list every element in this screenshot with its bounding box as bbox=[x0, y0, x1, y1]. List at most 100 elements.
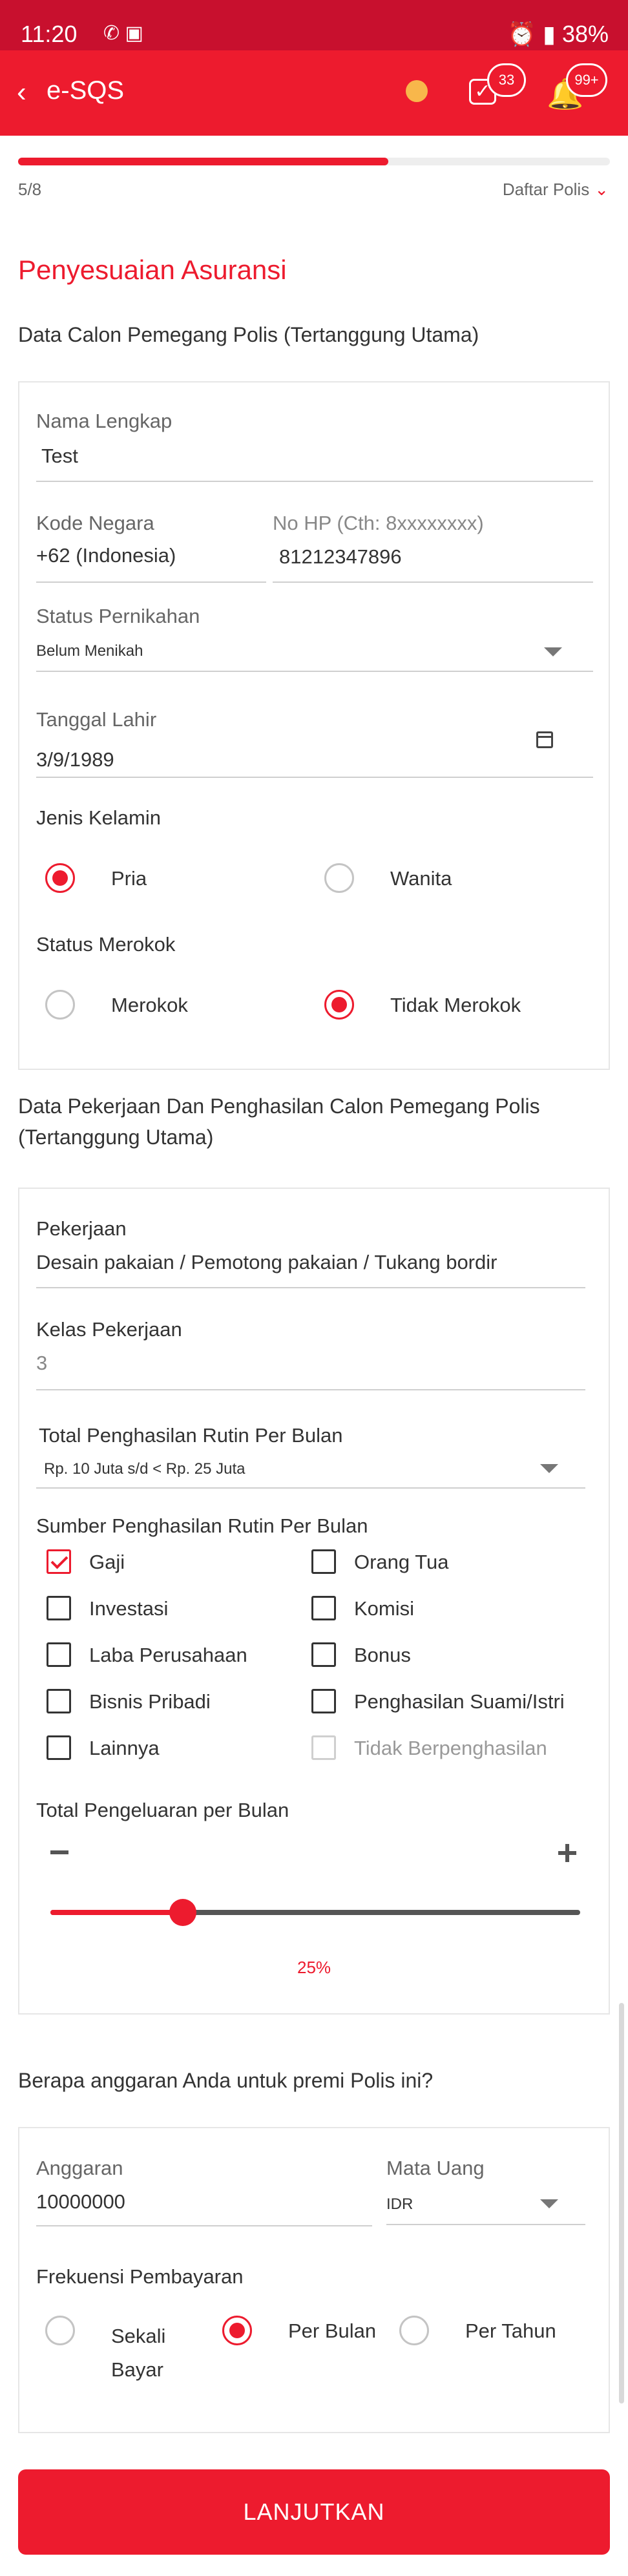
gender-option-pria: Pria bbox=[111, 867, 147, 890]
job-select[interactable]: Desain pakaian / Pemotong pakaian / Tuka… bbox=[36, 1251, 497, 1274]
source-label-bisnis-pribadi: Bisnis Pribadi bbox=[89, 1690, 211, 1713]
currency-label: Mata Uang bbox=[386, 2157, 485, 2179]
source-checkbox-investasi[interactable] bbox=[47, 1596, 71, 1620]
chevron-down-icon: ⌄ bbox=[594, 180, 609, 199]
source-checkbox-penghasilan-suami-istri[interactable] bbox=[311, 1689, 336, 1713]
page-title: Penyesuaian Asuransi bbox=[18, 255, 287, 285]
task-count-badge: 33 bbox=[487, 63, 526, 97]
budget-question: Berapa anggaran Anda untuk premi Polis i… bbox=[18, 2069, 434, 2092]
gender-label: Jenis Kelamin bbox=[36, 806, 161, 829]
source-label-laba-perusahaan: Laba Perusahaan bbox=[89, 1644, 247, 1666]
currency-select[interactable]: IDR bbox=[386, 2195, 413, 2214]
daftar-polis-dropdown[interactable]: Daftar Polis ⌄ bbox=[503, 180, 609, 200]
clock: 11:20 bbox=[21, 21, 78, 47]
plus-icon[interactable] bbox=[558, 1844, 576, 1862]
frequency-option-sekali-bayar: Sekali Bayar bbox=[111, 2319, 165, 2387]
source-label-tidak-berpenghasilan: Tidak Berpenghasilan bbox=[354, 1737, 547, 1759]
phone-input[interactable]: 81212347896 bbox=[279, 545, 402, 569]
battery-percent: 38% bbox=[561, 21, 609, 47]
source-label-orang-tua: Orang Tua bbox=[354, 1551, 449, 1573]
income-source-label: Sumber Penghasilan Rutin Per Bulan bbox=[36, 1514, 368, 1537]
smoking-radio-tidak-merokok[interactable] bbox=[324, 990, 354, 1020]
expense-slider-fill bbox=[50, 1910, 183, 1915]
source-label-komisi: Komisi bbox=[354, 1597, 415, 1620]
source-label-gaji: Gaji bbox=[89, 1551, 125, 1573]
employment-heading: Data Pekerjaan Dan Penghasilan Calon Pem… bbox=[18, 1091, 540, 1153]
source-label-penghasilan-suami-istri: Penghasilan Suami/Istri bbox=[354, 1690, 565, 1713]
battery-indicator: ⏰ ▮ 38% bbox=[507, 21, 609, 47]
dob-underline bbox=[36, 777, 593, 778]
budget-amount-underline bbox=[36, 2225, 372, 2226]
smoking-option-tidak-merokok: Tidak Merokok bbox=[390, 994, 521, 1016]
budget-amount-input[interactable]: 10000000 bbox=[36, 2190, 125, 2214]
job-class-value: 3 bbox=[36, 1352, 48, 1374]
budget-amount-label: Anggaran bbox=[36, 2157, 123, 2179]
status-bar: 11:20 ✆ ▣ ⏰ ▮ 38% bbox=[0, 0, 628, 50]
gender-radio-wanita[interactable] bbox=[324, 863, 354, 893]
income-select[interactable]: Rp. 10 Juta s/d < Rp. 25 Juta bbox=[44, 1460, 246, 1478]
smoking-label: Status Merokok bbox=[36, 933, 176, 956]
app-bar: ‹ e-SQS ✓ 33 🔔 99+ bbox=[0, 50, 628, 136]
employment-card: Pekerjaan Desain pakaian / Pemotong paka… bbox=[18, 1188, 610, 2015]
name-input[interactable]: Test bbox=[41, 445, 78, 468]
source-checkbox-bonus[interactable] bbox=[311, 1642, 336, 1667]
status-dot-icon[interactable] bbox=[406, 80, 428, 102]
gender-option-wanita: Wanita bbox=[390, 867, 452, 890]
source-checkbox-tidak-berpenghasilan bbox=[311, 1735, 336, 1760]
expense-slider-track[interactable] bbox=[50, 1910, 580, 1915]
frequency-option-per-tahun: Per Tahun bbox=[465, 2319, 556, 2342]
name-label: Nama Lengkap bbox=[36, 410, 173, 432]
notification-icons: ✆ ▣ bbox=[103, 23, 143, 44]
dob-input[interactable]: 3/9/1989 bbox=[36, 748, 114, 771]
source-label-bonus: Bonus bbox=[354, 1644, 411, 1666]
frequency-label: Frekuensi Pembayaran bbox=[36, 2265, 244, 2288]
policyholder-card: Nama Lengkap Test Kode Negara +62 (Indon… bbox=[18, 381, 610, 1070]
step-indicator: 5/8 bbox=[18, 180, 42, 199]
income-underline bbox=[36, 1487, 585, 1489]
step-progress-fill bbox=[18, 158, 388, 165]
minus-icon[interactable] bbox=[50, 1850, 68, 1854]
job-underline bbox=[36, 1287, 585, 1288]
source-checkbox-gaji[interactable] bbox=[47, 1549, 71, 1574]
frequency-radio-per-tahun[interactable] bbox=[399, 2316, 429, 2345]
frequency-radio-per-bulan[interactable] bbox=[222, 2316, 252, 2345]
marital-status-select[interactable]: Belum Menikah bbox=[36, 642, 143, 660]
frequency-option-per-bulan: Per Bulan bbox=[288, 2319, 377, 2342]
source-checkbox-komisi[interactable] bbox=[311, 1596, 336, 1620]
source-checkbox-lainnya[interactable] bbox=[47, 1735, 71, 1760]
smoking-option-merokok: Merokok bbox=[111, 994, 188, 1016]
notification-count-badge: 99+ bbox=[566, 63, 607, 97]
expense-label: Total Pengeluaran per Bulan bbox=[36, 1799, 289, 1821]
dob-label: Tanggal Lahir bbox=[36, 708, 157, 731]
source-label-lainnya: Lainnya bbox=[89, 1737, 160, 1759]
employment-heading-line1: Data Pekerjaan Dan Penghasilan Calon Pem… bbox=[18, 1094, 540, 1118]
calendar-icon[interactable] bbox=[536, 731, 553, 748]
policyholder-heading: Data Calon Pemegang Polis (Tertanggung U… bbox=[18, 323, 479, 346]
income-label: Total Penghasilan Rutin Per Bulan bbox=[39, 1424, 343, 1447]
chevron-down-icon bbox=[540, 2199, 558, 2208]
source-checkbox-orang-tua[interactable] bbox=[311, 1549, 336, 1574]
country-code-underline bbox=[36, 581, 266, 583]
frequency-option-sekali: Sekali bbox=[111, 2325, 166, 2347]
phone-underline bbox=[273, 581, 593, 583]
phone-label: No HP (Cth: 8xxxxxxxx) bbox=[273, 512, 484, 534]
step-progress-bar bbox=[18, 158, 610, 165]
back-arrow-icon[interactable]: ‹ bbox=[17, 76, 26, 109]
source-checkbox-bisnis-pribadi[interactable] bbox=[47, 1689, 71, 1713]
source-checkbox-laba-perusahaan[interactable] bbox=[47, 1642, 71, 1667]
expense-percent: 25% bbox=[297, 1958, 331, 1977]
gender-radio-pria[interactable] bbox=[45, 863, 75, 893]
lanjutkan-button[interactable]: LANJUTKAN bbox=[18, 2469, 610, 2555]
chevron-down-icon bbox=[544, 647, 562, 656]
currency-underline bbox=[386, 2224, 585, 2225]
job-class-label: Kelas Pekerjaan bbox=[36, 1318, 182, 1341]
country-code-label: Kode Negara bbox=[36, 512, 154, 534]
frequency-radio-sekali-bayar[interactable] bbox=[45, 2316, 75, 2345]
daftar-polis-label: Daftar Polis bbox=[502, 180, 590, 199]
country-code-select[interactable]: +62 (Indonesia) bbox=[36, 544, 176, 567]
smoking-radio-merokok[interactable] bbox=[45, 990, 75, 1020]
scrollbar[interactable] bbox=[619, 2003, 624, 2403]
budget-card: Anggaran 10000000 Mata Uang IDR Frekuens… bbox=[18, 2127, 610, 2433]
expense-slider-thumb[interactable] bbox=[169, 1899, 196, 1926]
marital-underline bbox=[36, 671, 593, 672]
